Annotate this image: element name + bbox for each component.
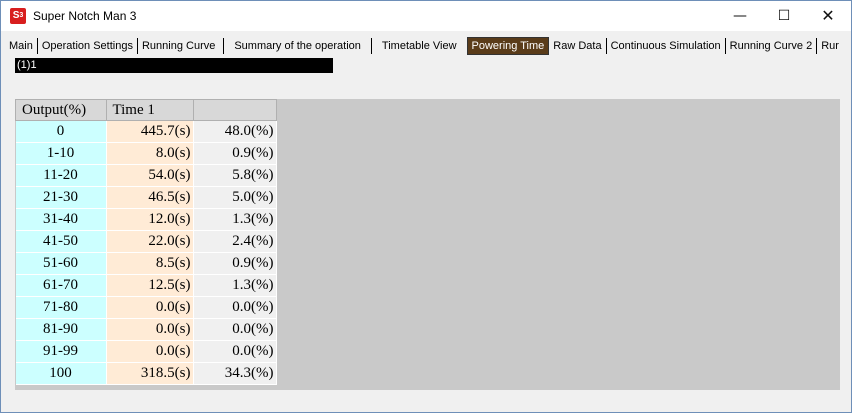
minimize-button[interactable]: — [717, 1, 763, 31]
percent-cell[interactable]: 1.3(%) [193, 208, 277, 231]
output-cell[interactable]: 91-99 [15, 340, 107, 363]
tab-overflow[interactable]: Rur [817, 38, 843, 54]
tab-main[interactable]: Main [5, 38, 38, 54]
tab-running-curve[interactable]: Running Curve [138, 38, 225, 54]
output-cell[interactable]: 100 [15, 362, 107, 385]
app-logo-sub: 3 [19, 12, 24, 19]
output-cell[interactable]: 0 [15, 120, 107, 143]
percent-cell[interactable]: 48.0(%) [193, 120, 277, 143]
table-row[interactable]: 71-80 0.0(s) 0.0(%) [15, 296, 277, 319]
percent-cell[interactable]: 5.8(%) [193, 164, 277, 187]
percent-cell[interactable]: 34.3(%) [193, 362, 277, 385]
tab-timetable-view[interactable]: Timetable View [372, 38, 467, 54]
table-row[interactable]: 0 445.7(s) 48.0(%) [15, 120, 277, 143]
time-cell[interactable]: 12.5(s) [106, 274, 194, 297]
header-time-1[interactable]: Time 1 [105, 99, 194, 121]
table-row[interactable]: 41-50 22.0(s) 2.4(%) [15, 230, 277, 253]
app-logo-icon[interactable]: S3 [10, 8, 26, 24]
table-row[interactable]: 100 318.5(s) 34.3(%) [15, 362, 277, 385]
time-cell[interactable]: 0.0(s) [106, 340, 194, 363]
percent-cell[interactable]: 0.9(%) [193, 252, 277, 275]
output-cell[interactable]: 11-20 [15, 164, 107, 187]
output-cell[interactable]: 31-40 [15, 208, 107, 231]
time-cell[interactable]: 0.0(s) [106, 318, 194, 341]
time-cell[interactable]: 54.0(s) [106, 164, 194, 187]
tab-strip: Main Operation Settings Running Curve Summa… [5, 37, 843, 55]
time-cell[interactable]: 0.0(s) [106, 296, 194, 319]
percent-cell[interactable]: 0.0(%) [193, 296, 277, 319]
title-bar[interactable]: S3 Super Notch Man 3 — ☐ ✕ [1, 1, 851, 31]
tab-running-curve-2[interactable]: Running Curve 2 [726, 38, 818, 54]
output-cell[interactable]: 71-80 [15, 296, 107, 319]
percent-cell[interactable]: 5.0(%) [193, 186, 277, 209]
grid-header-row: Output(%) Time 1 [15, 99, 277, 121]
time-cell[interactable]: 22.0(s) [106, 230, 194, 253]
output-cell[interactable]: 41-50 [15, 230, 107, 253]
table-row[interactable]: 31-40 12.0(s) 1.3(%) [15, 208, 277, 231]
table-row[interactable]: 1-10 8.0(s) 0.9(%) [15, 142, 277, 165]
percent-cell[interactable]: 2.4(%) [193, 230, 277, 253]
time-cell[interactable]: 12.0(s) [106, 208, 194, 231]
time-cell[interactable]: 8.5(s) [106, 252, 194, 275]
app-window: S3 Super Notch Man 3 — ☐ ✕ Main Operation… [0, 0, 852, 413]
output-cell[interactable]: 81-90 [15, 318, 107, 341]
table-row[interactable]: 11-20 54.0(s) 5.8(%) [15, 164, 277, 187]
data-grid-area: Output(%) Time 1 0 445.7(s) 48.0(%) 1-10 8.0… [15, 99, 840, 390]
table-row[interactable]: 91-99 0.0(s) 0.0(%) [15, 340, 277, 363]
tab-raw-data[interactable]: Raw Data [549, 38, 607, 54]
table-row[interactable]: 61-70 12.5(s) 1.3(%) [15, 274, 277, 297]
table-row[interactable]: 51-60 8.5(s) 0.9(%) [15, 252, 277, 275]
percent-cell[interactable]: 1.3(%) [193, 274, 277, 297]
powering-time-grid: Output(%) Time 1 0 445.7(s) 48.0(%) 1-10 8.0… [15, 99, 277, 385]
percent-cell[interactable]: 0.0(%) [193, 318, 277, 341]
time-cell[interactable]: 46.5(s) [106, 186, 194, 209]
close-button[interactable]: ✕ [805, 1, 851, 31]
percent-cell[interactable]: 0.0(%) [193, 340, 277, 363]
header-blank[interactable] [192, 99, 277, 121]
header-output[interactable]: Output(%) [15, 99, 107, 121]
percent-cell[interactable]: 0.9(%) [193, 142, 277, 165]
table-row[interactable]: 21-30 46.5(s) 5.0(%) [15, 186, 277, 209]
output-cell[interactable]: 51-60 [15, 252, 107, 275]
tab-powering-time[interactable]: Powering Time [466, 37, 550, 55]
table-row[interactable]: 81-90 0.0(s) 0.0(%) [15, 318, 277, 341]
tab-continuous-simulation[interactable]: Continuous Simulation [607, 38, 726, 54]
time-cell[interactable]: 445.7(s) [106, 120, 194, 143]
window-title: Super Notch Man 3 [33, 9, 137, 23]
tab-summary[interactable]: Summary of the operation [224, 38, 372, 54]
time-cell[interactable]: 8.0(s) [106, 142, 194, 165]
maximize-button[interactable]: ☐ [761, 1, 807, 31]
train-selector[interactable]: (1)1 [15, 58, 333, 73]
tab-operation-settings[interactable]: Operation Settings [38, 38, 138, 54]
output-cell[interactable]: 21-30 [15, 186, 107, 209]
output-cell[interactable]: 61-70 [15, 274, 107, 297]
time-cell[interactable]: 318.5(s) [106, 362, 194, 385]
output-cell[interactable]: 1-10 [15, 142, 107, 165]
